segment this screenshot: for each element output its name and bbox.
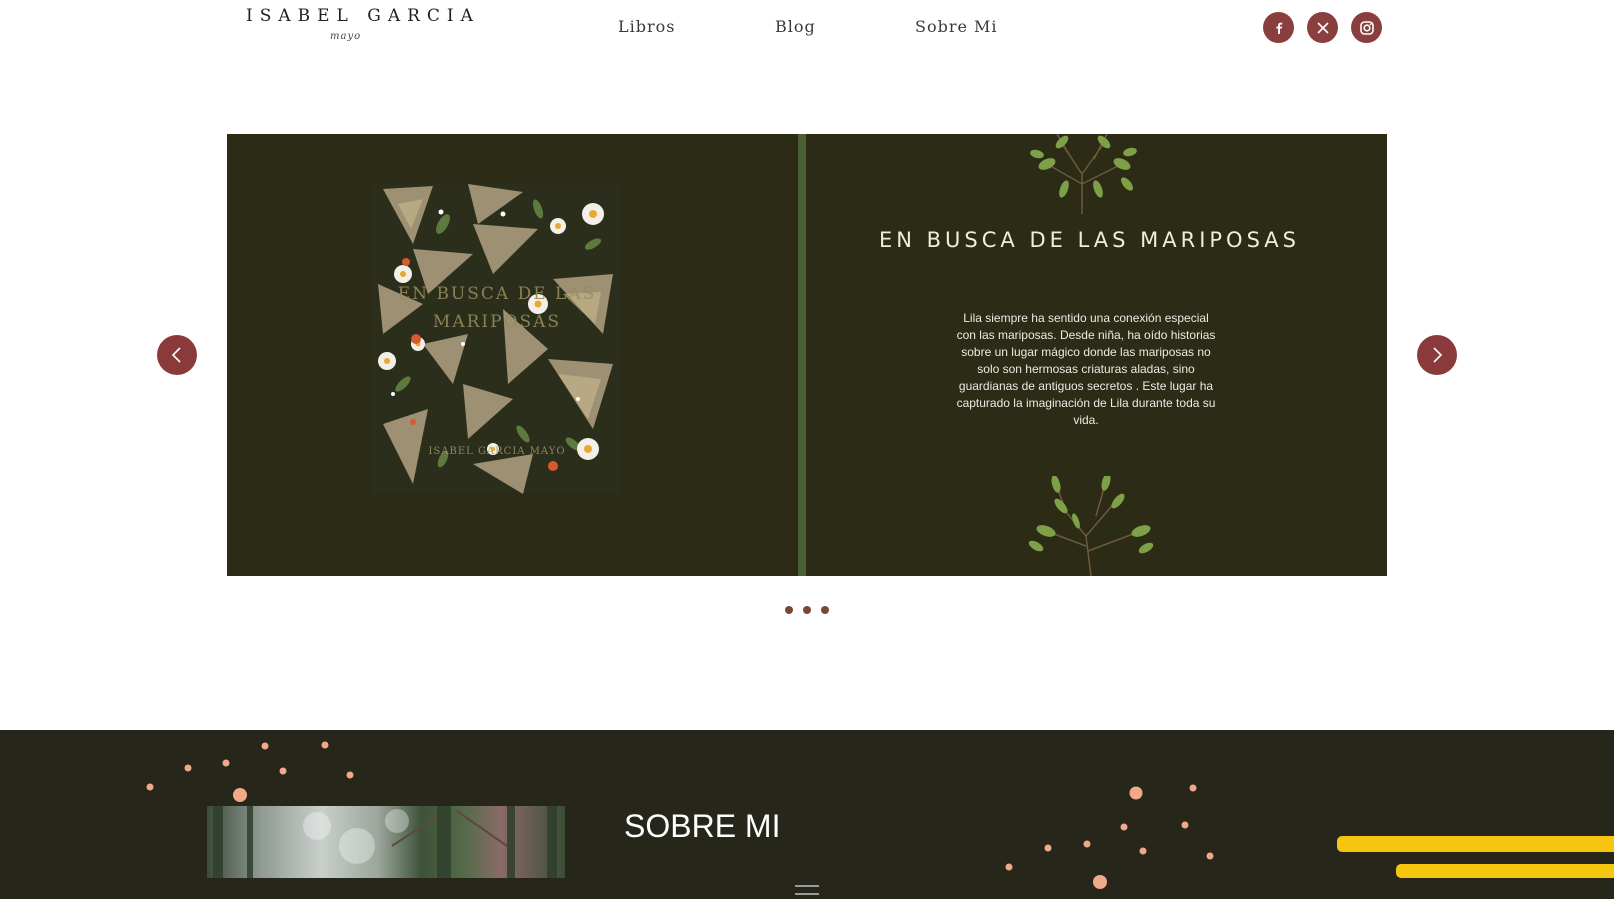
page: ISABEL GARCIA mayo Libros Blog Sobre Mi bbox=[0, 0, 1614, 899]
facebook-link[interactable] bbox=[1263, 12, 1294, 43]
chevron-right-icon bbox=[1433, 347, 1443, 363]
forest-trees-illustration bbox=[213, 806, 557, 878]
x-link[interactable] bbox=[1307, 12, 1338, 43]
x-icon bbox=[1316, 21, 1329, 34]
nav-item-blog[interactable]: Blog bbox=[775, 17, 816, 36]
slider-dot-1[interactable] bbox=[785, 606, 793, 614]
slide-info-panel: EN BUSCA DE LAS MARIPOSAS Lila siempre h… bbox=[806, 134, 1387, 576]
scroll-handle[interactable] bbox=[795, 885, 819, 895]
site-logo[interactable]: ISABEL GARCIA mayo bbox=[246, 6, 480, 46]
slide-title: EN BUSCA DE LAS MARIPOSAS bbox=[878, 228, 1300, 252]
book-cover-author: ISABEL GARCIA MAYO bbox=[428, 446, 566, 457]
slider-dot-3[interactable] bbox=[821, 606, 829, 614]
slider-next-button[interactable] bbox=[1417, 335, 1457, 375]
about-section: SOBRE MI bbox=[0, 730, 1614, 899]
leaf-branch-bottom-illustration bbox=[1028, 476, 1154, 576]
book-cover-title: EN BUSCA DE LAS MARIPOSAS bbox=[397, 284, 597, 332]
slide-divider bbox=[798, 134, 806, 576]
slider-dot-2[interactable] bbox=[803, 606, 811, 614]
book-slider: EN BUSCA DE LAS MARIPOSAS ISABEL GARCIA … bbox=[227, 134, 1387, 576]
instagram-icon bbox=[1359, 20, 1374, 35]
facebook-icon bbox=[1275, 22, 1282, 34]
book-cover-image[interactable]: EN BUSCA DE LAS MARIPOSAS ISABEL GARCIA … bbox=[373, 184, 621, 494]
nav-item-libros[interactable]: Libros bbox=[618, 17, 675, 36]
nav-item-sobre-mi[interactable]: Sobre Mi bbox=[915, 17, 998, 36]
slide-description: Lila siempre ha sentido una conexión esp… bbox=[956, 311, 1216, 427]
instagram-link[interactable] bbox=[1351, 12, 1382, 43]
logo-script: mayo bbox=[330, 31, 362, 42]
logo-name: ISABEL GARCIA bbox=[246, 6, 480, 26]
chevron-left-icon bbox=[171, 347, 181, 363]
yellow-brush-stripe-2 bbox=[1396, 864, 1614, 878]
slider-prev-button[interactable] bbox=[157, 335, 197, 375]
slide-cover-panel: EN BUSCA DE LAS MARIPOSAS ISABEL GARCIA … bbox=[227, 134, 798, 576]
about-title: SOBRE MI bbox=[624, 808, 781, 844]
about-forest-photo bbox=[207, 806, 565, 878]
yellow-brush-stripe-1 bbox=[1337, 836, 1614, 852]
site-header: ISABEL GARCIA mayo Libros Blog Sobre Mi bbox=[0, 0, 1614, 60]
leaf-branch-top-illustration bbox=[1030, 134, 1137, 214]
